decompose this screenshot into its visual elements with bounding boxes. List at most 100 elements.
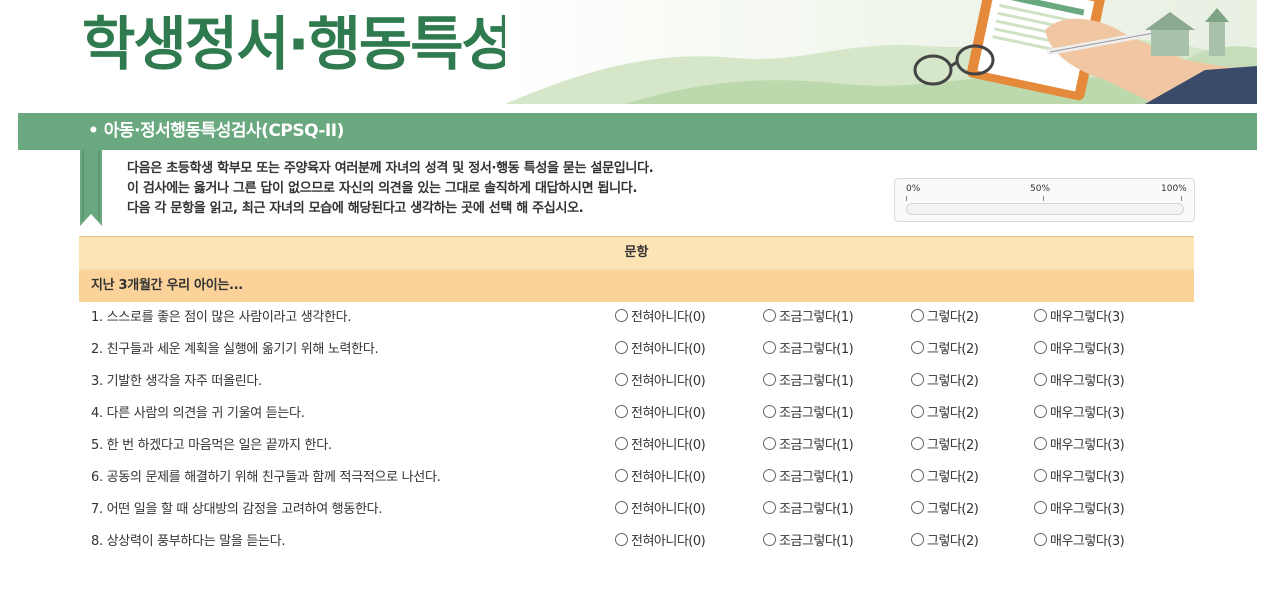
answer-option-label: 전혀아니다(0) (631, 534, 706, 549)
progress-label-0: 0% (906, 184, 921, 194)
answer-option-3[interactable]: 매우그렇다(3) (1034, 526, 1125, 558)
radio-button[interactable] (1034, 309, 1047, 322)
answer-option-label: 매우그렇다(3) (1050, 406, 1125, 421)
radio-button[interactable] (911, 469, 924, 482)
answer-option-3[interactable]: 매우그렇다(3) (1034, 366, 1125, 398)
radio-button[interactable] (763, 373, 776, 386)
answer-option-3[interactable]: 매우그렇다(3) (1034, 430, 1125, 462)
answer-option-label: 그렇다(2) (927, 438, 979, 453)
question-row: 5. 한 번 하겠다고 마음먹은 일은 끝까지 한다. 전혀아니다(0) 조금그렇다… (79, 430, 1194, 462)
answer-option-1[interactable]: 조금그렇다(1) (763, 302, 854, 334)
answer-option-0[interactable]: 전혀아니다(0) (615, 430, 706, 462)
radio-button[interactable] (1034, 405, 1047, 418)
answer-option-3[interactable]: 매우그렇다(3) (1034, 302, 1125, 334)
answer-option-label: 매우그렇다(3) (1050, 534, 1125, 549)
radio-button[interactable] (763, 501, 776, 514)
answer-option-label: 전혀아니다(0) (631, 470, 706, 485)
answer-option-0[interactable]: 전혀아니다(0) (615, 398, 706, 430)
progress-tick (1181, 196, 1182, 201)
banner-illustration (505, 0, 1257, 104)
radio-button[interactable] (763, 341, 776, 354)
radio-button[interactable] (615, 533, 628, 546)
radio-button[interactable] (1034, 341, 1047, 354)
question-text: 6. 공동의 문제를 해결하기 위해 친구들과 함께 적극적으로 나선다. (91, 470, 441, 485)
answer-option-1[interactable]: 조금그렇다(1) (763, 462, 854, 494)
progress-label-50: 50% (1030, 184, 1051, 194)
radio-button[interactable] (615, 501, 628, 514)
radio-button[interactable] (763, 437, 776, 450)
radio-button[interactable] (911, 405, 924, 418)
progress-tick (1043, 196, 1044, 201)
header-banner: 학생정서·행동특성검사 (0, 0, 1280, 108)
answer-option-0[interactable]: 전혀아니다(0) (615, 526, 706, 558)
question-text: 3. 기발한 생각을 자주 떠올린다. (91, 374, 262, 389)
answer-option-3[interactable]: 매우그렇다(3) (1034, 334, 1125, 366)
radio-button[interactable] (615, 341, 628, 354)
radio-button[interactable] (615, 437, 628, 450)
answer-option-label: 조금그렇다(1) (779, 406, 854, 421)
radio-button[interactable] (911, 533, 924, 546)
answer-option-label: 그렇다(2) (927, 342, 979, 357)
answer-option-3[interactable]: 매우그렇다(3) (1034, 494, 1125, 526)
instructions: 다음은 초등학생 학부모 또는 주양육자 여러분께 자녀의 성격 및 정서·행동… (127, 159, 654, 219)
radio-button[interactable] (1034, 501, 1047, 514)
radio-button[interactable] (1034, 437, 1047, 450)
answer-option-1[interactable]: 조금그렇다(1) (763, 398, 854, 430)
radio-button[interactable] (615, 373, 628, 386)
radio-button[interactable] (615, 469, 628, 482)
radio-button[interactable] (615, 309, 628, 322)
answer-option-2[interactable]: 그렇다(2) (911, 430, 979, 462)
radio-button[interactable] (911, 437, 924, 450)
answer-option-label: 조금그렇다(1) (779, 470, 854, 485)
radio-button[interactable] (911, 501, 924, 514)
answer-option-label: 매우그렇다(3) (1050, 342, 1125, 357)
question-text: 7. 어떤 일을 할 때 상대방의 감정을 고려하여 행동한다. (91, 502, 383, 517)
answer-option-label: 매우그렇다(3) (1050, 470, 1125, 485)
radio-button[interactable] (911, 309, 924, 322)
answer-option-label: 그렇다(2) (927, 374, 979, 389)
radio-button[interactable] (1034, 469, 1047, 482)
answer-option-1[interactable]: 조금그렇다(1) (763, 334, 854, 366)
question-text: 2. 친구들과 세운 계획을 실행에 옮기기 위해 노력한다. (91, 342, 379, 357)
answer-option-1[interactable]: 조금그렇다(1) (763, 366, 854, 398)
answer-option-3[interactable]: 매우그렇다(3) (1034, 462, 1125, 494)
answer-option-1[interactable]: 조금그렇다(1) (763, 494, 854, 526)
question-row: 2. 친구들과 세운 계획을 실행에 옮기기 위해 노력한다. 전혀아니다(0) 조… (79, 334, 1194, 366)
question-text: 4. 다른 사람의 의견을 귀 기울여 듣는다. (91, 406, 305, 421)
question-row: 1. 스스로를 좋은 점이 많은 사람이라고 생각한다. 전혀아니다(0) 조금그렇… (79, 302, 1194, 334)
answer-option-2[interactable]: 그렇다(2) (911, 302, 979, 334)
answer-option-1[interactable]: 조금그렇다(1) (763, 430, 854, 462)
answer-option-0[interactable]: 전혀아니다(0) (615, 334, 706, 366)
question-text: 1. 스스로를 좋은 점이 많은 사람이라고 생각한다. (91, 310, 352, 325)
radio-button[interactable] (1034, 533, 1047, 546)
answer-option-2[interactable]: 그렇다(2) (911, 494, 979, 526)
question-table: 문항 지난 3개월간 우리 아이는... 1. 스스로를 좋은 점이 많은 사람… (79, 236, 1194, 558)
answer-option-2[interactable]: 그렇다(2) (911, 526, 979, 558)
instruction-line: 이 검사에는 옳거나 그른 답이 없으므로 자신의 의견을 있는 그대로 솔직하… (127, 181, 638, 196)
answer-option-1[interactable]: 조금그렇다(1) (763, 526, 854, 558)
radio-button[interactable] (763, 533, 776, 546)
answer-option-label: 조금그렇다(1) (779, 438, 854, 453)
answer-option-2[interactable]: 그렇다(2) (911, 462, 979, 494)
answer-option-3[interactable]: 매우그렇다(3) (1034, 398, 1125, 430)
question-row: 6. 공동의 문제를 해결하기 위해 친구들과 함께 적극적으로 나선다. 전혀아… (79, 462, 1194, 494)
radio-button[interactable] (763, 469, 776, 482)
radio-button[interactable] (911, 373, 924, 386)
radio-button[interactable] (763, 405, 776, 418)
radio-button[interactable] (763, 309, 776, 322)
answer-option-0[interactable]: 전혀아니다(0) (615, 366, 706, 398)
answer-option-0[interactable]: 전혀아니다(0) (615, 462, 706, 494)
radio-button[interactable] (911, 341, 924, 354)
answer-option-0[interactable]: 전혀아니다(0) (615, 494, 706, 526)
instruction-line: 다음은 초등학생 학부모 또는 주양육자 여러분께 자녀의 성격 및 정서·행동… (127, 161, 654, 176)
radio-button[interactable] (615, 405, 628, 418)
instruction-line: 다음 각 문항을 읽고, 최근 자녀의 모습에 해당된다고 생각하는 곳에 선택… (127, 201, 584, 216)
progress-indicator: 0% 50% 100% (894, 178, 1195, 222)
radio-button[interactable] (1034, 373, 1047, 386)
answer-option-2[interactable]: 그렇다(2) (911, 366, 979, 398)
answer-option-0[interactable]: 전혀아니다(0) (615, 302, 706, 334)
question-row: 8. 상상력이 풍부하다는 말을 듣는다. 전혀아니다(0) 조금그렇다(1) 그렇다… (79, 526, 1194, 558)
answer-option-2[interactable]: 그렇다(2) (911, 398, 979, 430)
question-list: 1. 스스로를 좋은 점이 많은 사람이라고 생각한다. 전혀아니다(0) 조금그렇… (79, 302, 1194, 558)
answer-option-2[interactable]: 그렇다(2) (911, 334, 979, 366)
